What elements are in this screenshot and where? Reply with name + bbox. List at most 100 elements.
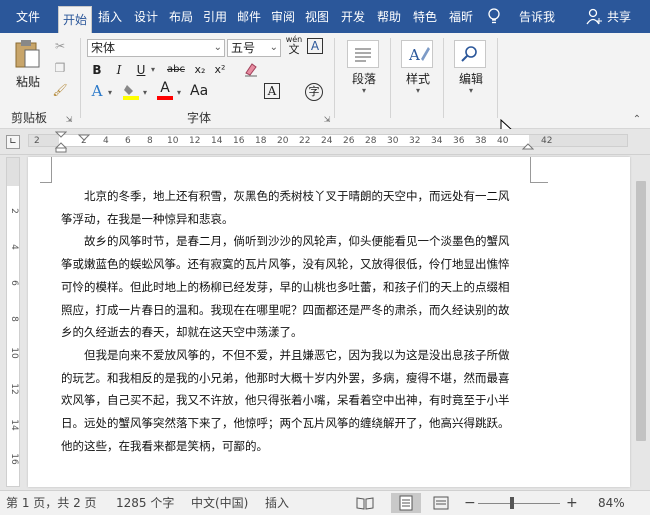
svg-text:A: A [408,46,420,64]
tab-file[interactable]: 文件 [6,7,50,27]
tab-view[interactable]: 视图 [302,7,332,27]
font-name-value: 宋体 [91,41,116,55]
document-line[interactable]: 筝浮动，在我是一种惊异和悲哀。 [61,208,529,231]
paragraph-button[interactable]: 段落 ▾ [340,37,386,103]
ruler-number: 4 [103,136,109,146]
ruler-number: 30 [387,136,399,146]
document-line[interactable]: 乡的久经逝去的春天，却就在这天空中荡漾了。 [61,321,529,344]
print-layout-icon [399,495,413,511]
chevron-down-icon[interactable]: ▾ [149,62,157,78]
horizontal-ruler: ∟ 2 2 4 6 8 10 12 14 16 18 20 22 24 26 2… [0,129,650,155]
right-indent-marker[interactable] [521,140,535,150]
vruler-number: 12 [9,383,19,395]
lightbulb-icon[interactable] [487,8,501,26]
font-size-value: 五号 [231,41,256,55]
ruler-number: 26 [343,136,355,146]
styles-label: 样式 [405,72,430,86]
bold-button[interactable]: B [90,62,104,78]
tab-developer[interactable]: 开发 [338,7,368,27]
strikethrough-button[interactable]: abc [164,62,188,78]
language-indicator[interactable]: 中文(中国) [191,496,248,511]
document-line[interactable]: 欢风筝，自己买不起，我又不许放，他只得张着小嘴，呆看着空中出神，有时竟至于小半 [61,389,529,412]
ruler-number: 6 [125,136,131,146]
cut-icon[interactable]: ✂ [52,38,68,54]
vruler-number: 14 [9,419,19,431]
print-layout-button[interactable] [391,493,421,513]
tell-me-search[interactable]: 告诉我 [515,7,559,27]
document-line[interactable]: 可怜的模样。但此时地上的杨柳已经发芽，早的山桃也多吐蕾，和孩子们的天上的点缀相 [61,276,529,299]
scrollbar-thumb[interactable] [636,181,646,441]
chevron-down-icon[interactable]: ▾ [141,85,149,101]
zoom-level[interactable]: 84% [598,496,625,511]
dialog-launcher-icon[interactable]: ⇲ [64,112,74,128]
top-margin-area [7,158,19,186]
tab-mailings[interactable]: 邮件 [234,7,264,27]
read-mode-icon[interactable] [356,496,374,510]
collapse-ribbon-icon[interactable]: ⌃ [630,112,644,128]
ribbon-tab-bar: 文件 开始 插入 设计 布局 引用 邮件 审阅 视图 开发 帮助 特色 福昕 告… [0,0,650,33]
share-button[interactable]: 共享 [604,7,634,27]
document-page[interactable]: 北京的冬季，地上还有积雪，灰黑色的秃树枝丫叉于晴朗的天空中，而远处有一二风 筝浮动… [28,157,630,487]
vertical-scrollbar[interactable] [632,157,650,487]
tab-help[interactable]: 帮助 [374,7,404,27]
text-effects-button[interactable]: A [88,83,106,99]
zoom-slider-track[interactable] [478,503,560,504]
document-line[interactable]: 他的这些，在我看来都是笑柄，可鄙的。 [61,435,529,458]
tab-references[interactable]: 引用 [200,7,230,27]
editing-label: 编辑 [458,72,483,86]
ruler-number: 8 [147,136,153,146]
document-line[interactable]: 日。远处的蟹风筝突然落下来了，他惊呼；两个瓦片风筝的缠绕解开了，他高兴得跳跃。 [61,412,529,435]
insert-mode-indicator[interactable]: 插入 [265,496,289,511]
tab-features[interactable]: 特色 [410,7,440,27]
phonetic-guide-button[interactable]: wén 文 [285,35,303,57]
zoom-slider-thumb[interactable] [509,497,514,509]
ruler-number: 40 [497,136,509,146]
indent-markers[interactable] [54,131,68,153]
italic-button[interactable]: I [112,62,126,78]
tab-selector[interactable]: ∟ [6,135,20,149]
document-line[interactable]: 筝或嫩蓝色的蜈蚣风筝。还有寂寞的瓦片风筝，没有风轮，又放得很低，伶仃地显出憔悴 [61,253,529,276]
underline-button[interactable]: U [134,62,148,78]
superscript-button[interactable]: x² [212,62,228,78]
zoom-in-button[interactable]: + [566,496,578,510]
ruler-number: 16 [233,136,245,146]
highlight-color-button[interactable] [121,83,141,101]
paste-button[interactable]: 粘贴 [8,37,48,93]
word-count[interactable]: 1285 个字 [116,496,174,511]
document-line[interactable]: 故乡的风筝时节，是春二月，倘听到沙沙的风轮声，仰头便能看见一个淡墨色的蟹风 [84,230,529,253]
tab-foxit-pdf[interactable]: 福昕 [446,7,476,27]
font-size-increase-button[interactable]: Aa [190,83,208,99]
font-color-button[interactable]: A [155,81,175,101]
tab-insert[interactable]: 插入 [95,7,125,27]
document-line[interactable]: 的玩艺。和我相反的是我的小兄弟，他那时大概十岁内外罢，多病，瘦得不堪，然而最喜 [61,367,529,390]
vruler-number: 8 [9,316,19,322]
tab-home[interactable]: 开始 [58,6,92,33]
document-line[interactable]: 但我是向来不爱放风筝的，不但不爱，并且嫌恶它，因为我以为这是没出息孩子所做 [84,344,529,367]
character-border-button[interactable]: A [307,38,323,54]
chevron-down-icon: ▾ [415,86,420,95]
ruler-number: 32 [409,136,421,146]
dialog-launcher-icon[interactable]: ⇲ [322,112,332,128]
subscript-button[interactable]: x₂ [192,62,208,78]
web-layout-icon[interactable] [432,496,450,510]
chevron-down-icon[interactable]: ▾ [175,85,183,101]
enclose-characters-button[interactable]: 字 [305,83,323,101]
font-size-combo[interactable]: 五号 ⌄ [227,39,281,57]
font-name-combo[interactable]: 宋体 ⌄ [87,39,225,57]
editing-button[interactable]: 编辑 ▾ [447,37,493,103]
format-painter-icon[interactable]: 🖌 [52,82,68,98]
document-line[interactable]: 照应，打成一片春日的温和。我现在在哪里呢？四面都还是严冬的肃杀，而久经诀别的故 [61,299,529,322]
status-bar: 第 1 页，共 2 页 1285 个字 中文(中国) 插入 − + 84% [0,490,650,515]
document-line[interactable]: 北京的冬季，地上还有积雪，灰黑色的秃树枝丫叉于晴朗的天空中，而远处有一二风 [84,185,529,208]
tab-review[interactable]: 审阅 [268,7,298,27]
character-shading-button[interactable]: A [264,83,280,99]
styles-button[interactable]: A 样式 ▾ [394,37,440,103]
clear-formatting-icon[interactable] [243,61,259,77]
page-count[interactable]: 第 1 页，共 2 页 [6,496,97,511]
zoom-out-button[interactable]: − [464,496,476,510]
chevron-down-icon[interactable]: ▾ [106,85,114,101]
copy-icon[interactable]: ❐ [52,60,68,76]
first-line-indent-marker[interactable] [77,131,91,141]
tab-design[interactable]: 设计 [131,7,161,27]
tab-layout[interactable]: 布局 [166,7,196,27]
